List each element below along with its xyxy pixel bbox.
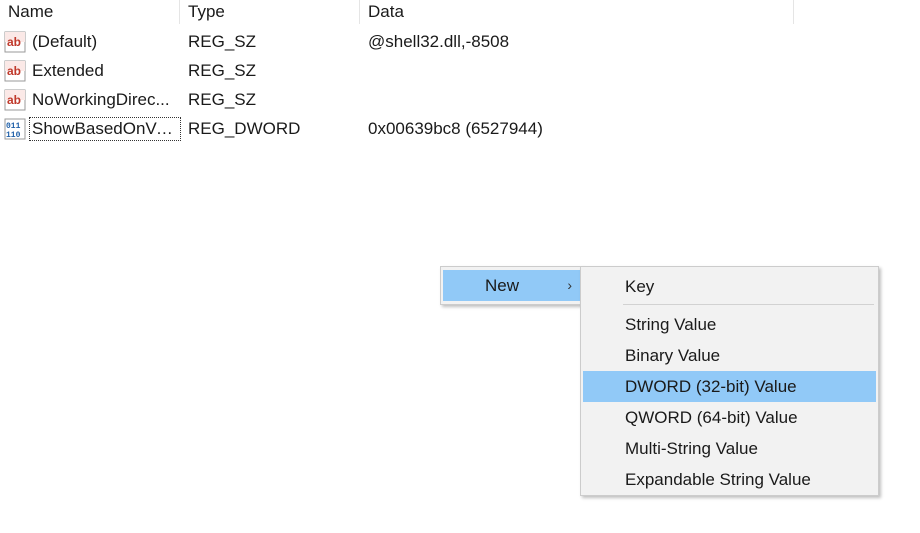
submenu-item-string-value[interactable]: String Value [583,309,876,340]
column-header: Name Type Data [0,0,794,26]
submenu-item-label: QWORD (64-bit) Value [625,408,798,427]
value-name: Extended [32,60,104,80]
table-row[interactable]: ab NoWorkingDirec... REG_SZ [0,85,794,114]
context-menu: New › [440,266,583,305]
column-header-data[interactable]: Data [360,0,794,24]
submenu-item-label: Key [625,277,655,296]
submenu-item-qword-value[interactable]: QWORD (64-bit) Value [583,402,876,433]
value-data: 0x00639bc8 (6527944) [368,119,543,138]
submenu-item-label: String Value [625,315,717,334]
menu-item-new[interactable]: New › [443,270,580,301]
column-header-type[interactable]: Type [180,0,360,24]
value-name: (Default) [32,31,98,51]
svg-text:ab: ab [7,64,21,78]
new-submenu: Key String Value Binary Value DWORD (32-… [580,266,879,496]
submenu-item-key[interactable]: Key [583,271,876,302]
submenu-item-expandable-string-value[interactable]: Expandable String Value [583,464,876,495]
menu-separator [623,304,874,305]
submenu-item-label: Binary Value [625,346,721,365]
submenu-item-dword-value[interactable]: DWORD (32-bit) Value [583,371,876,402]
column-header-name[interactable]: Name [0,0,180,24]
chevron-right-icon: › [567,277,572,293]
submenu-item-label: DWORD (32-bit) Value [625,377,797,396]
submenu-item-label: Expandable String Value [625,470,811,489]
value-name: NoWorkingDirec... [32,89,170,109]
value-type: REG_SZ [188,61,257,80]
svg-text:ab: ab [7,93,21,107]
string-value-icon: ab [4,89,26,110]
value-data: @shell32.dll,-8508 [368,32,510,51]
submenu-item-label: Multi-String Value [625,439,758,458]
value-type: REG_SZ [188,32,257,51]
table-row[interactable]: 011 110 ShowBasedOnVe... REG_DWORD 0x006… [0,114,794,143]
value-type: REG_SZ [188,90,257,109]
svg-text:011: 011 [6,122,21,131]
table-row[interactable]: ab Extended REG_SZ [0,56,794,85]
svg-text:110: 110 [6,131,21,140]
table-row[interactable]: ab (Default) REG_SZ @shell32.dll,-8508 [0,27,794,56]
value-type: REG_DWORD [188,119,301,138]
string-value-icon: ab [4,60,26,81]
menu-item-new-label: New [485,276,520,295]
value-name: ShowBasedOnVe... [29,116,181,141]
string-value-icon: ab [4,31,26,52]
binary-value-icon: 011 110 [4,118,26,140]
submenu-item-multi-string-value[interactable]: Multi-String Value [583,433,876,464]
submenu-item-binary-value[interactable]: Binary Value [583,340,876,371]
svg-text:ab: ab [7,35,21,49]
